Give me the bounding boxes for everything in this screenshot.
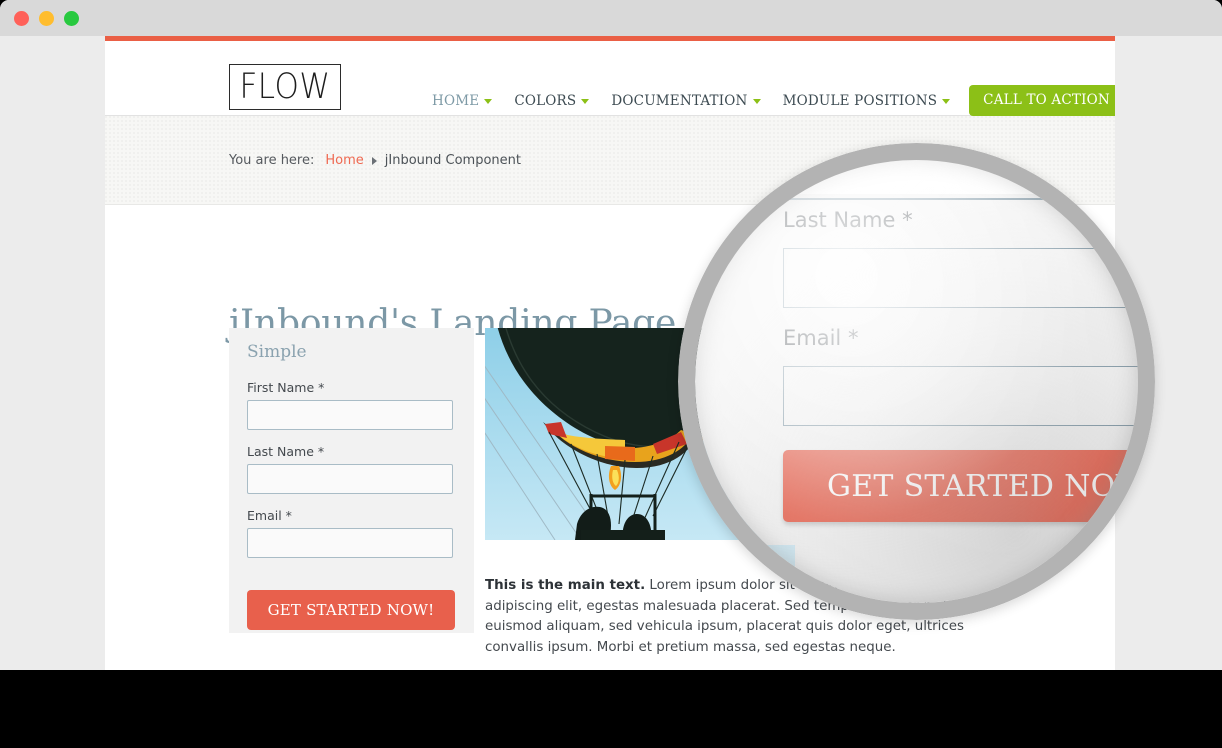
field-last-name: Last Name *: [247, 444, 455, 494]
required-marker: *: [317, 444, 325, 459]
field-email: Email *: [247, 508, 455, 558]
nav-item-home[interactable]: HOME: [421, 93, 503, 109]
magnifier-get-started-button[interactable]: GET STARTED NOW!: [783, 450, 1138, 522]
site-logo-text: FLOW: [239, 66, 331, 107]
breadcrumb-lead: You are here:: [229, 153, 315, 168]
chevron-down-icon: [752, 99, 761, 104]
nav-item-colors[interactable]: COLORS: [503, 93, 600, 109]
field-label-email: Email *: [247, 508, 455, 523]
required-marker: *: [847, 326, 859, 350]
magnifier-last-name-input[interactable]: [783, 248, 1138, 308]
breadcrumb-current: jInbound Component: [384, 153, 521, 168]
magnifier-label-email-text: Email: [783, 326, 842, 350]
required-marker: *: [318, 380, 325, 395]
nav-item-documentation[interactable]: DOCUMENTATION: [600, 93, 771, 109]
magnifier-label-last-name: Last Name *: [783, 208, 913, 232]
maximize-button[interactable]: [64, 11, 79, 26]
last-name-input[interactable]: [247, 464, 453, 494]
chevron-down-icon: [581, 99, 590, 104]
magnifier-lens: Last Name * Email * GET STARTED NOW!: [678, 143, 1155, 620]
required-marker: *: [902, 208, 913, 232]
required-marker: *: [285, 508, 292, 523]
field-label-email-text: Email: [247, 508, 282, 523]
site-header: FLOW HOME COLORS DOCUMENTATION MODULE PO…: [105, 41, 1115, 116]
chevron-right-icon: [371, 156, 377, 165]
field-label-first-name-text: First Name: [247, 380, 315, 395]
magnifier-label-last-name-text: Last Name: [783, 208, 896, 232]
breadcrumb: You are here: Home jInbound Component: [229, 153, 521, 168]
first-name-input[interactable]: [247, 400, 453, 430]
get-started-button[interactable]: GET STARTED NOW!: [247, 590, 455, 630]
magnifier-glass: Last Name * Email * GET STARTED NOW!: [695, 160, 1138, 603]
magnifier-content: Last Name * Email * GET STARTED NOW!: [695, 160, 1138, 603]
field-label-first-name: First Name *: [247, 380, 455, 395]
signup-form-card: Simple First Name * Last Name * Email * …: [229, 328, 474, 633]
nav-item-colors-label: COLORS: [514, 92, 577, 109]
nav-call-to-action-button[interactable]: CALL TO ACTION: [969, 85, 1115, 116]
email-input[interactable]: [247, 528, 453, 558]
magnifier-label-email: Email *: [783, 326, 858, 350]
window-titlebar: [0, 0, 1222, 36]
form-heading: Simple: [247, 342, 307, 362]
minimize-button[interactable]: [39, 11, 54, 26]
nav-item-documentation-label: DOCUMENTATION: [611, 92, 748, 109]
window-traffic-lights: [14, 11, 79, 26]
field-label-last-name-text: Last Name: [247, 444, 314, 459]
field-first-name: First Name *: [247, 380, 455, 430]
nav-item-module-positions[interactable]: MODULE POSITIONS: [772, 93, 962, 109]
close-button[interactable]: [14, 11, 29, 26]
nav-item-module-positions-label: MODULE POSITIONS: [782, 92, 938, 109]
body-copy-lead: This is the main text.: [485, 578, 646, 594]
magnifier-sky-sliver: [695, 545, 795, 603]
site-logo[interactable]: FLOW: [229, 64, 341, 110]
breadcrumb-link-home[interactable]: Home: [325, 153, 363, 168]
magnifier-email-input[interactable]: [783, 366, 1138, 426]
magnifier-first-name-input-edge: [783, 198, 1113, 200]
nav-item-home-label: HOME: [432, 92, 480, 109]
main-navigation: HOME COLORS DOCUMENTATION MODULE POSITIO…: [421, 85, 1115, 116]
chevron-down-icon: [942, 99, 951, 104]
chevron-down-icon: [484, 99, 493, 104]
field-label-last-name: Last Name *: [247, 444, 455, 459]
magnifier-top-white-strip: [695, 160, 1138, 194]
